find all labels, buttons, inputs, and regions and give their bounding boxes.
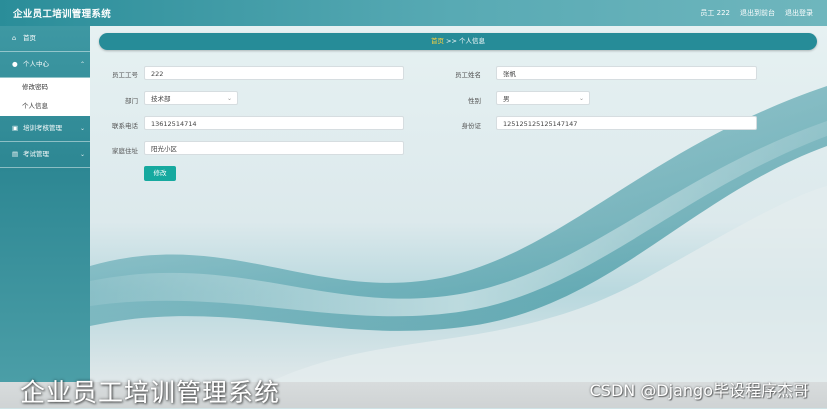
chevron-down-icon: ⌄ (79, 151, 85, 158)
breadcrumb: 首页 >> 个人信息 (99, 33, 817, 50)
submenu-item-change-password[interactable]: 修改密码 (0, 78, 90, 97)
chevron-down-icon: ⌄ (578, 95, 584, 102)
employee-no-label: 员工工号 (112, 71, 138, 79)
sidebar-item-label: 个人中心 (23, 60, 49, 68)
gender-label: 性别 (468, 97, 481, 105)
sidebar-item-personal-center[interactable]: ● 个人中心 ⌃ (0, 52, 90, 78)
chevron-down-icon: ⌄ (79, 125, 85, 132)
chevron-down-icon: ⌄ (226, 95, 232, 102)
main-content: 首页 >> 个人信息 员工工号 222 员工姓名 张帆 部门 技术部 ⌄ 性别 … (90, 26, 827, 382)
sidebar-item-label: 培训考核管理 (23, 124, 62, 132)
breadcrumb-home-link[interactable]: 首页 (431, 37, 444, 45)
home-icon: ⌂ (12, 34, 17, 42)
breadcrumb-current: 个人信息 (459, 37, 486, 45)
folder-icon: ▣ (12, 124, 19, 132)
department-selected-value: 技术部 (151, 95, 171, 103)
sidebar-item-label: 首页 (23, 34, 36, 42)
submenu-item-personal-info[interactable]: 个人信息 (0, 97, 90, 116)
address-field[interactable]: 阳光小区 (144, 141, 404, 155)
header-actions: 员工 222 退出到前台 退出登录 (700, 8, 813, 18)
user-icon: ● (12, 60, 18, 68)
sidebar-item-exam-management[interactable]: ▤ 考试管理 ⌄ (0, 142, 90, 168)
phone-label: 联系电话 (112, 122, 138, 130)
sidebar-item-label: 考试管理 (23, 150, 49, 158)
id-card-label: 身份证 (461, 122, 482, 130)
watermark-text: CSDN @Django毕设程序杰哥 (589, 381, 809, 400)
caption-bar: 企业员工培训管理系统 CSDN @Django毕设程序杰哥 (0, 378, 827, 408)
gender-selected-value: 男 (503, 95, 510, 103)
current-user-label: 员工 222 (700, 9, 730, 17)
employee-no-field[interactable]: 222 (144, 66, 404, 80)
employee-name-label: 员工姓名 (455, 71, 481, 79)
sidebar: ⌂ 首页 ● 个人中心 ⌃ 修改密码 个人信息 ▣ 培训考核管理 ⌄ ▤ 考试管理 ⌄ (0, 26, 90, 382)
personal-center-submenu: 修改密码 个人信息 (0, 78, 90, 116)
address-label: 家庭住址 (112, 147, 138, 155)
top-header: 企业员工培训管理系统 员工 222 退出到前台 退出登录 (0, 0, 827, 26)
breadcrumb-separator: >> (446, 37, 457, 45)
logout-link[interactable]: 退出登录 (785, 8, 813, 18)
edit-button[interactable]: 修改 (144, 166, 176, 181)
chevron-up-icon: ⌃ (79, 61, 85, 68)
sidebar-item-training-assessment[interactable]: ▣ 培训考核管理 ⌄ (0, 116, 90, 142)
document-icon: ▤ (12, 150, 19, 158)
video-caption-title: 企业员工培训管理系统 (20, 378, 281, 407)
department-select[interactable]: 技术部 ⌄ (144, 91, 238, 105)
app-title: 企业员工培训管理系统 (13, 9, 112, 20)
gender-select[interactable]: 男 ⌄ (496, 91, 590, 105)
sidebar-item-home[interactable]: ⌂ 首页 (0, 26, 90, 52)
employee-name-field[interactable]: 张帆 (496, 66, 757, 80)
id-card-field[interactable]: 125125125125147147 (496, 116, 757, 130)
department-label: 部门 (125, 97, 138, 105)
back-to-front-link[interactable]: 退出到前台 (740, 8, 775, 18)
phone-field[interactable]: 13612514714 (144, 116, 404, 130)
